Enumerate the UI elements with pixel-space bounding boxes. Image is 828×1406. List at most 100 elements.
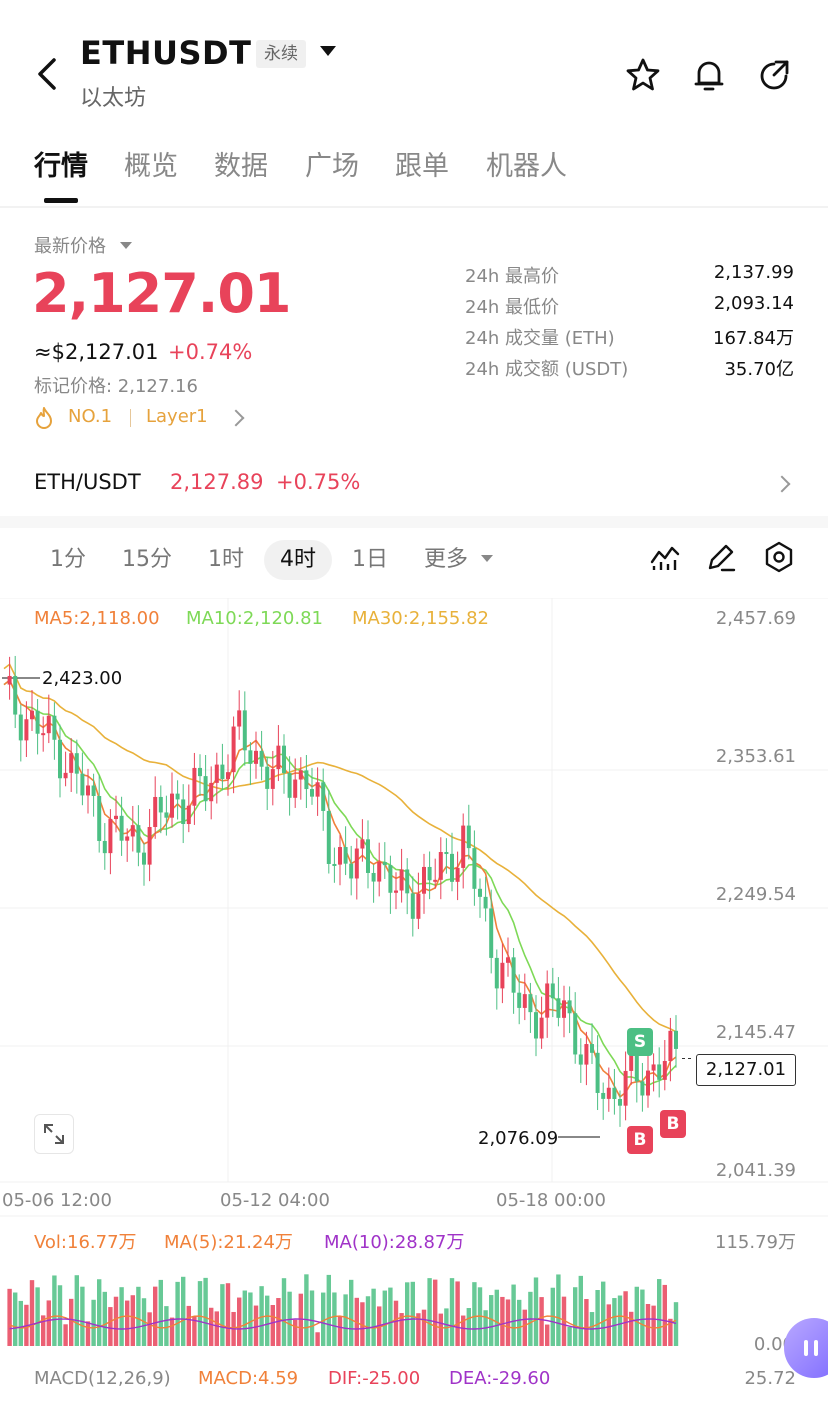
candlestick-chart[interactable] xyxy=(0,598,828,1406)
volume-bar xyxy=(248,1292,253,1346)
candle-body xyxy=(427,866,432,881)
spot-pair-change: +0.75% xyxy=(276,470,361,494)
volume-bar xyxy=(449,1278,455,1346)
buy-marker-badge[interactable]: B xyxy=(660,1110,686,1138)
timeframe-15m[interactable]: 15分 xyxy=(122,540,172,580)
timeframe-1h[interactable]: 1时 xyxy=(208,540,244,580)
candle-body xyxy=(7,675,12,685)
price-alert-bell-icon[interactable] xyxy=(690,56,728,94)
candle-body xyxy=(41,733,46,736)
volume-bar xyxy=(645,1303,651,1346)
volume-bar xyxy=(640,1289,645,1346)
timeframe-4h[interactable]: 4时 xyxy=(264,540,332,580)
candle-body xyxy=(119,815,124,841)
favorite-star-icon[interactable] xyxy=(624,56,662,94)
candle-body xyxy=(550,983,555,999)
latest-price-dropdown-icon[interactable] xyxy=(120,242,132,249)
candle-body xyxy=(287,773,292,798)
candle-body xyxy=(354,848,359,879)
candle-body xyxy=(573,1013,578,1055)
volume-bar xyxy=(304,1274,309,1346)
contract-type-badge: 永续 xyxy=(256,40,306,68)
candle-body xyxy=(382,861,387,866)
timeframe-1d[interactable]: 1日 xyxy=(352,540,388,580)
candle-body xyxy=(242,710,247,751)
candle-body xyxy=(259,750,264,767)
volume-bar xyxy=(617,1295,623,1346)
candle-body xyxy=(556,998,561,1018)
chart-settings-icon[interactable] xyxy=(762,540,796,574)
tab-overview[interactable]: 概览 xyxy=(124,144,178,183)
indicator-chart-icon[interactable] xyxy=(648,540,682,574)
volume-bar xyxy=(315,1332,320,1346)
volume-bar xyxy=(164,1306,169,1346)
current-price-tag[interactable]: 2,127.01 xyxy=(696,1054,796,1086)
candle-body xyxy=(461,825,466,868)
volume-bar xyxy=(623,1291,628,1346)
candle-body xyxy=(52,715,57,740)
volume-bar xyxy=(651,1305,656,1346)
tag-row[interactable]: NO.1 Layer1 xyxy=(34,406,254,432)
candle-body xyxy=(343,847,348,864)
sell-marker-badge[interactable]: S xyxy=(627,1028,653,1056)
volume-bar xyxy=(382,1290,387,1346)
symbol-dropdown-icon[interactable] xyxy=(320,46,336,56)
stat-value-24h-volume: 167.84万 xyxy=(713,328,794,349)
candle-body xyxy=(142,852,146,865)
candle-body xyxy=(534,1012,538,1039)
candle-body xyxy=(623,1070,628,1106)
timeframe-more[interactable]: 更多 xyxy=(424,540,468,580)
volume-bar xyxy=(433,1279,438,1346)
header: ETHUSDT 永续 以太坊 xyxy=(0,0,828,120)
candle-body xyxy=(651,1064,656,1071)
volume-bar xyxy=(500,1296,505,1346)
spot-pair-name: ETH/USDT xyxy=(34,470,141,494)
candle-body xyxy=(164,812,169,818)
timeframe-1m[interactable]: 1分 xyxy=(50,540,86,580)
assistant-chat-bubble[interactable] xyxy=(784,1318,828,1378)
volume-bar xyxy=(494,1289,499,1346)
volume-bar xyxy=(74,1275,79,1346)
tab-market[interactable]: 行情 xyxy=(34,144,88,183)
candle-body xyxy=(214,764,219,783)
volume-bar xyxy=(673,1302,679,1346)
candle-body xyxy=(634,1051,639,1082)
more-dropdown-icon[interactable] xyxy=(481,555,493,562)
price-axis-label: 2,041.39 xyxy=(715,1160,796,1181)
tab-square[interactable]: 广场 xyxy=(305,144,359,183)
candle-body xyxy=(668,1030,673,1061)
candle-body xyxy=(522,994,527,1008)
candle-body xyxy=(270,769,275,789)
candle-body xyxy=(662,1060,667,1080)
volume-bar xyxy=(293,1319,298,1346)
volume-bar xyxy=(349,1279,354,1346)
draw-pen-icon[interactable] xyxy=(704,540,738,574)
candle-body xyxy=(209,782,214,802)
share-icon[interactable] xyxy=(756,56,794,94)
stat-value-24h-high: 2,137.99 xyxy=(713,262,794,283)
candle-body xyxy=(231,726,236,773)
volume-bar xyxy=(657,1279,662,1346)
candle-body xyxy=(545,983,550,1018)
candle-body xyxy=(528,994,533,1013)
spot-pair-row[interactable]: ETH/USDT 2,127.89 +0.75% xyxy=(0,456,828,512)
volume-bar xyxy=(97,1279,102,1346)
latest-price-label[interactable]: 最新价格 xyxy=(34,232,106,258)
symbol-title[interactable]: ETHUSDT xyxy=(80,34,251,72)
fullscreen-expand-button[interactable] xyxy=(34,1114,74,1154)
candle-body xyxy=(265,766,270,789)
tab-copy-trading[interactable]: 跟单 xyxy=(395,144,449,183)
volume-bar xyxy=(634,1286,639,1346)
candle-body xyxy=(466,825,471,849)
ma30-label: MA30:2,155.82 xyxy=(352,608,489,629)
volume-bar xyxy=(197,1281,203,1346)
buy-marker-badge[interactable]: B xyxy=(627,1126,653,1154)
volume-bar xyxy=(35,1287,40,1346)
candle-body xyxy=(377,861,382,882)
tab-bots[interactable]: 机器人 xyxy=(486,144,567,183)
back-arrow-icon[interactable] xyxy=(30,52,64,96)
volume-bar xyxy=(472,1282,477,1346)
volume-bar xyxy=(601,1281,606,1346)
tab-data[interactable]: 数据 xyxy=(214,144,268,183)
stat-label-24h-volume: 24h 成交量 (ETH) xyxy=(465,328,615,349)
